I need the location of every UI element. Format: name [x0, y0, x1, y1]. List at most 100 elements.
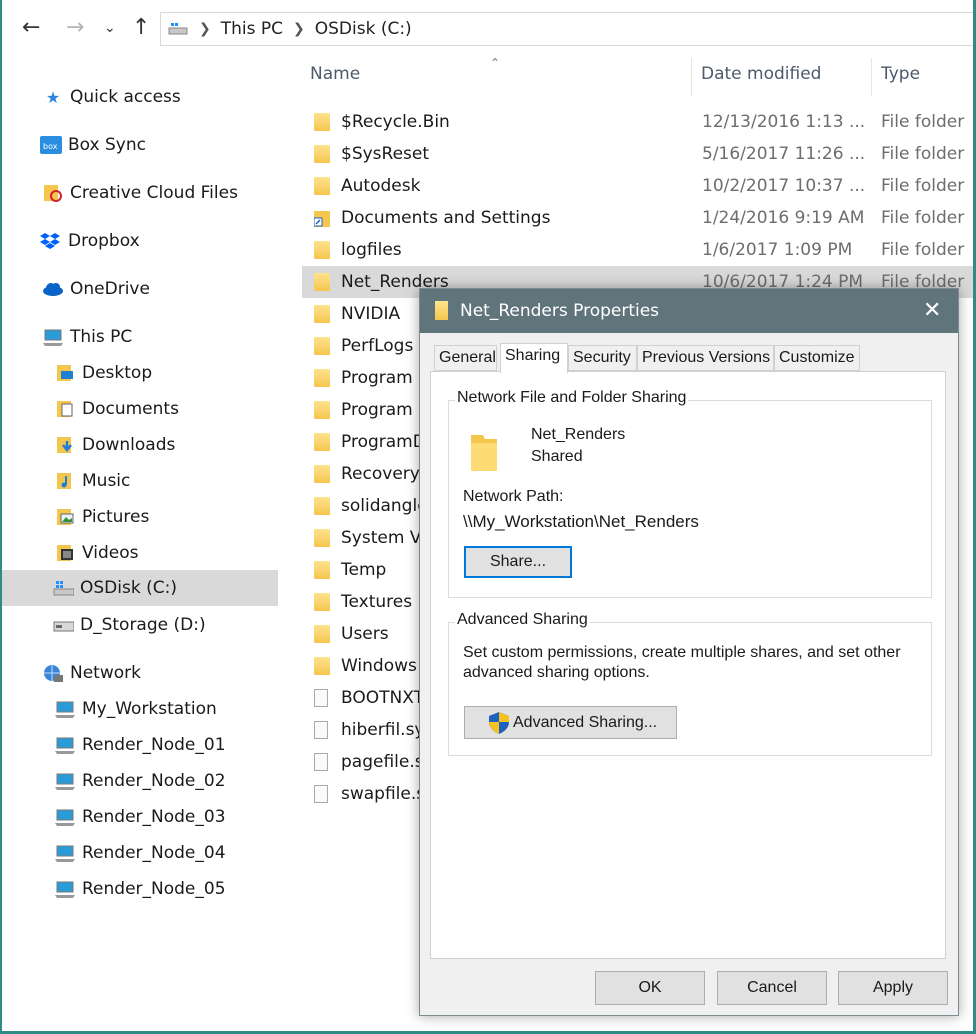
- folder-icon: [314, 305, 330, 323]
- sidebar-item-render-node-01[interactable]: Render_Node_01: [2, 727, 278, 763]
- computer-icon: [54, 843, 76, 863]
- documents-folder-icon: [54, 399, 76, 419]
- sidebar-item-quick-access[interactable]: ★ Quick access: [2, 79, 278, 115]
- sidebar-item-onedrive[interactable]: OneDrive: [2, 271, 278, 307]
- file-name: Program F: [341, 400, 428, 420]
- chevron-right-icon[interactable]: ❯: [293, 21, 305, 37]
- file-name: NVIDIA: [341, 304, 401, 324]
- breadcrumb-this-pc[interactable]: This PC: [221, 19, 283, 39]
- file-name: solidangle: [341, 496, 428, 516]
- tab-customize[interactable]: Customize: [774, 345, 860, 371]
- table-row[interactable]: $Recycle.Bin 12/13/2016 1:13 ... File fold…: [302, 106, 974, 138]
- chevron-right-icon[interactable]: ❯: [199, 21, 211, 37]
- file-name: Autodesk: [341, 176, 421, 196]
- breadcrumb-osdisk[interactable]: OSDisk (C:): [315, 19, 412, 39]
- file-date-modified: 1/24/2016 9:19 AM: [702, 208, 865, 228]
- file-type: File folder: [881, 144, 965, 164]
- recent-locations-chevron-icon[interactable]: ⌄: [104, 14, 116, 42]
- apply-button[interactable]: Apply: [838, 971, 948, 1005]
- table-row[interactable]: Autodesk 10/2/2017 10:37 ... File folder: [302, 170, 974, 202]
- file-type: File folder: [881, 208, 965, 228]
- column-header-name[interactable]: Name: [310, 64, 360, 84]
- shared-folder-name: Net_Renders: [531, 426, 626, 443]
- sidebar-item-pictures[interactable]: Pictures: [2, 499, 278, 535]
- column-divider[interactable]: [691, 58, 692, 96]
- advanced-sharing-description: Set custom permissions, create multiple …: [463, 644, 901, 661]
- group-title: Advanced Sharing: [455, 611, 590, 629]
- dialog-title-bar[interactable]: Net_Renders Properties ✕: [420, 289, 958, 333]
- ok-button[interactable]: OK: [595, 971, 705, 1005]
- file-name: ProgramD: [341, 432, 426, 452]
- computer-icon: [42, 327, 64, 347]
- sidebar-item-this-pc[interactable]: This PC: [2, 319, 278, 355]
- folder-icon: [314, 561, 330, 579]
- advanced-sharing-button-label: Advanced Sharing...: [513, 713, 658, 731]
- navigation-pane: ★ Quick access box Box Sync Creative Clo…: [2, 58, 282, 1028]
- svg-text:box: box: [43, 142, 58, 151]
- share-status: Shared: [531, 448, 583, 465]
- sidebar-item-box-sync[interactable]: box Box Sync: [2, 127, 278, 163]
- close-icon[interactable]: ✕: [923, 297, 941, 323]
- file-name: Documents and Settings: [341, 208, 551, 228]
- table-row[interactable]: $SysReset 5/16/2017 11:26 ... File folder: [302, 138, 974, 170]
- uac-shield-icon: [489, 711, 509, 734]
- desktop-folder-icon: [54, 363, 76, 383]
- folder-icon: [314, 337, 330, 355]
- file-name: BOOTNXT: [341, 688, 424, 708]
- sidebar-item-videos[interactable]: Videos: [2, 535, 278, 571]
- downloads-folder-icon: [54, 435, 76, 455]
- table-row[interactable]: Documents and Settings 1/24/2016 9:19 AM F…: [302, 202, 974, 234]
- sharing-tab-panel: Network File and Folder Sharing Net_Rend…: [430, 371, 946, 959]
- file-name: Program F: [341, 368, 428, 388]
- folder-icon: [314, 369, 330, 387]
- shortcut-folder-icon: [313, 209, 330, 227]
- sidebar-item-osdisk[interactable]: OSDisk (C:): [2, 570, 278, 606]
- network-sharing-group: Network File and Folder Sharing Net_Rend…: [448, 389, 932, 598]
- address-box[interactable]: ❯ This PC ❯ OSDisk (C:): [160, 12, 974, 46]
- column-header-date[interactable]: Date modified: [701, 64, 821, 84]
- network-icon: [42, 663, 64, 683]
- creative-cloud-icon: [42, 183, 64, 203]
- file-type: File folder: [881, 112, 965, 132]
- file-name: logfiles: [341, 240, 402, 260]
- folder-icon: [314, 145, 330, 163]
- videos-folder-icon: [54, 543, 76, 563]
- sidebar-item-downloads[interactable]: Downloads: [2, 427, 278, 463]
- column-divider[interactable]: [871, 58, 872, 96]
- advanced-sharing-button[interactable]: Advanced Sharing...: [464, 706, 677, 739]
- sidebar-item-render-node-02[interactable]: Render_Node_02: [2, 763, 278, 799]
- forward-arrow-icon[interactable]: →: [66, 14, 84, 42]
- sidebar-item-desktop[interactable]: Desktop: [2, 355, 278, 391]
- sidebar-item-network[interactable]: Network: [2, 655, 278, 691]
- group-title: Network File and Folder Sharing: [455, 389, 689, 407]
- sidebar-item-my-workstation[interactable]: My_Workstation: [2, 691, 278, 727]
- folder-icon: [314, 273, 330, 291]
- file-date-modified: 1/6/2017 1:09 PM: [702, 240, 853, 260]
- sidebar-item-dropbox[interactable]: Dropbox: [2, 223, 278, 259]
- table-row[interactable]: logfiles 1/6/2017 1:09 PM File folder: [302, 234, 974, 266]
- sidebar-item-creative-cloud[interactable]: Creative Cloud Files: [2, 175, 278, 211]
- sidebar-scrollbar[interactable]: [282, 58, 302, 1028]
- file-icon: [314, 689, 330, 707]
- file-name: Windows: [341, 656, 417, 676]
- back-arrow-icon[interactable]: ←: [22, 14, 40, 42]
- sidebar-item-render-node-03[interactable]: Render_Node_03: [2, 799, 278, 835]
- sidebar-item-render-node-04[interactable]: Render_Node_04: [2, 835, 278, 871]
- folder-icon: [314, 401, 330, 419]
- share-button[interactable]: Share...: [464, 546, 572, 578]
- sidebar-item-music[interactable]: Music: [2, 463, 278, 499]
- up-arrow-icon[interactable]: ↑: [132, 14, 150, 42]
- advanced-sharing-group: Advanced Sharing Set custom permissions,…: [448, 611, 932, 756]
- tab-sharing[interactable]: Sharing: [500, 343, 568, 373]
- folder-icon: [314, 177, 330, 195]
- tab-security[interactable]: Security: [568, 345, 637, 371]
- column-header-type[interactable]: Type: [881, 64, 920, 84]
- sidebar-item-render-node-05[interactable]: Render_Node_05: [2, 871, 278, 907]
- cancel-button[interactable]: Cancel: [717, 971, 827, 1005]
- computer-icon: [54, 879, 76, 899]
- sidebar-item-documents[interactable]: Documents: [2, 391, 278, 427]
- sidebar-item-d-storage[interactable]: D_Storage (D:): [2, 607, 278, 643]
- tab-general[interactable]: General: [434, 345, 497, 371]
- tab-previous-versions[interactable]: Previous Versions: [637, 345, 774, 371]
- folder-icon: [314, 657, 330, 675]
